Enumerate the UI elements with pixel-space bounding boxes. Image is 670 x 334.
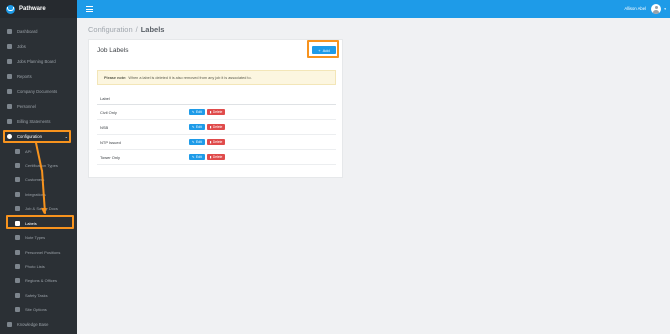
site-icon: [15, 307, 20, 312]
sidebar-item-reports[interactable]: Reports: [0, 69, 77, 84]
breadcrumb-parent[interactable]: Configuration: [88, 25, 133, 34]
arrow-head-icon: [41, 208, 47, 214]
hamburger-menu-icon[interactable]: [86, 6, 93, 12]
folder-icon: [7, 89, 12, 94]
row-label: NSB: [100, 124, 109, 130]
doc-icon: [15, 206, 20, 211]
edit-button[interactable]: ✎ Edit: [189, 139, 205, 145]
certificate-icon: [15, 163, 20, 168]
sidebar-subitem-note-types[interactable]: Note Types: [0, 230, 77, 245]
building-icon: [15, 278, 20, 283]
row-label: Civil Only: [100, 109, 117, 115]
sidebar: Pathware Dashboard Jobs Jobs Planning Bo…: [0, 0, 77, 334]
caret-down-icon[interactable]: ▾: [664, 7, 666, 11]
pencil-icon: ✎: [192, 125, 195, 129]
edit-button[interactable]: ✎ Edit: [189, 109, 205, 115]
topbar: Allison Abel ▾: [77, 0, 670, 18]
sidebar-item-knowledge-base[interactable]: Knowledge Base: [0, 317, 77, 332]
file-icon: [7, 119, 12, 124]
sidebar-subitem-integrations[interactable]: Integrations: [0, 187, 77, 202]
table-row: Tower Only ✎ Edit ▮ Delete: [97, 150, 336, 165]
trash-icon: ▮: [209, 155, 212, 159]
row-label: Tower Only: [100, 154, 121, 160]
avatar[interactable]: [651, 4, 661, 14]
note-icon: [15, 235, 20, 240]
warning-note: Please note: When a label is deleted it i…: [97, 70, 336, 85]
highlight-labels: [6, 215, 74, 229]
brand-name: Pathware: [19, 6, 46, 12]
note-heading: Please note:: [104, 75, 127, 80]
breadcrumb-separator: /: [135, 25, 138, 34]
sidebar-item-jobs-planning-board[interactable]: Jobs Planning Board: [0, 54, 77, 69]
table-row: NTP Issued ✎ Edit ▮ Delete: [97, 135, 336, 150]
pathware-logo-icon: [6, 4, 15, 14]
sidebar-subitem-customers[interactable]: Customers: [0, 172, 77, 187]
pencil-icon: ✎: [192, 155, 195, 159]
photo-icon: [15, 264, 20, 269]
users-icon: [7, 104, 12, 109]
highlight-add-button: [307, 40, 339, 58]
help-icon: [7, 322, 12, 327]
note-text: When a label is deleted it is also remov…: [128, 75, 252, 80]
sidebar-item-dashboard[interactable]: Dashboard: [0, 24, 77, 39]
chart-icon: [7, 74, 12, 79]
sidebar-item-billing-statements[interactable]: Billing Statements: [0, 114, 77, 129]
board-icon: [7, 59, 12, 64]
hammer-icon: [7, 44, 12, 49]
sidebar-subitem-personnel-positions[interactable]: Personnel Positions: [0, 245, 77, 260]
highlight-configuration: [3, 130, 71, 143]
breadcrumb-current: Labels: [140, 25, 165, 34]
pencil-icon: ✎: [192, 110, 195, 114]
sidebar-subitem-safety-tasks[interactable]: Safety Tasks: [0, 288, 77, 303]
delete-button[interactable]: ▮ Delete: [206, 124, 226, 130]
breadcrumb: Configuration / Labels: [88, 25, 164, 34]
user-name[interactable]: Allison Abel: [624, 6, 646, 11]
sidebar-item-personnel[interactable]: Personnel: [0, 99, 77, 114]
edit-button[interactable]: ✎ Edit: [189, 154, 205, 160]
sidebar-subitem-site-options[interactable]: Site Options: [0, 302, 77, 317]
link-icon: [15, 192, 20, 197]
table-row: NSB ✎ Edit ▮ Delete: [97, 120, 336, 135]
person-icon: [15, 250, 20, 255]
trash-icon: ▮: [209, 110, 212, 114]
customers-icon: [15, 177, 20, 182]
trash-icon: ▮: [209, 125, 212, 129]
labels-card: Job Labels + Add Please note: When a label…: [88, 39, 343, 178]
code-icon: [15, 149, 20, 154]
trash-icon: ▮: [209, 140, 212, 144]
sidebar-subitem-job-safety-docs[interactable]: Job & Safety Docs: [0, 201, 77, 216]
edit-button[interactable]: ✎ Edit: [189, 124, 205, 130]
delete-button[interactable]: ▮ Delete: [206, 154, 226, 160]
checklist-icon: [15, 293, 20, 298]
column-header-label: Label: [97, 93, 336, 105]
sidebar-subitem-photo-lists[interactable]: Photo Lists: [0, 259, 77, 274]
table-row: Civil Only ✎ Edit ▮ Delete: [97, 105, 336, 120]
labels-table: Label Civil Only ✎ Edit ▮ Delete NSB ✎ Edit…: [97, 93, 336, 165]
delete-button[interactable]: ▮ Delete: [206, 139, 226, 145]
sidebar-item-jobs[interactable]: Jobs: [0, 39, 77, 54]
pencil-icon: ✎: [192, 140, 195, 144]
delete-button[interactable]: ▮ Delete: [206, 109, 226, 115]
dashboard-icon: [7, 29, 12, 34]
page-title: Job Labels: [97, 47, 129, 54]
brand[interactable]: Pathware: [0, 0, 77, 18]
sidebar-subitem-regions-offices[interactable]: Regions & Offices: [0, 273, 77, 288]
row-label: NTP Issued: [100, 139, 121, 145]
sidebar-item-company-documents[interactable]: Company Documents: [0, 84, 77, 99]
